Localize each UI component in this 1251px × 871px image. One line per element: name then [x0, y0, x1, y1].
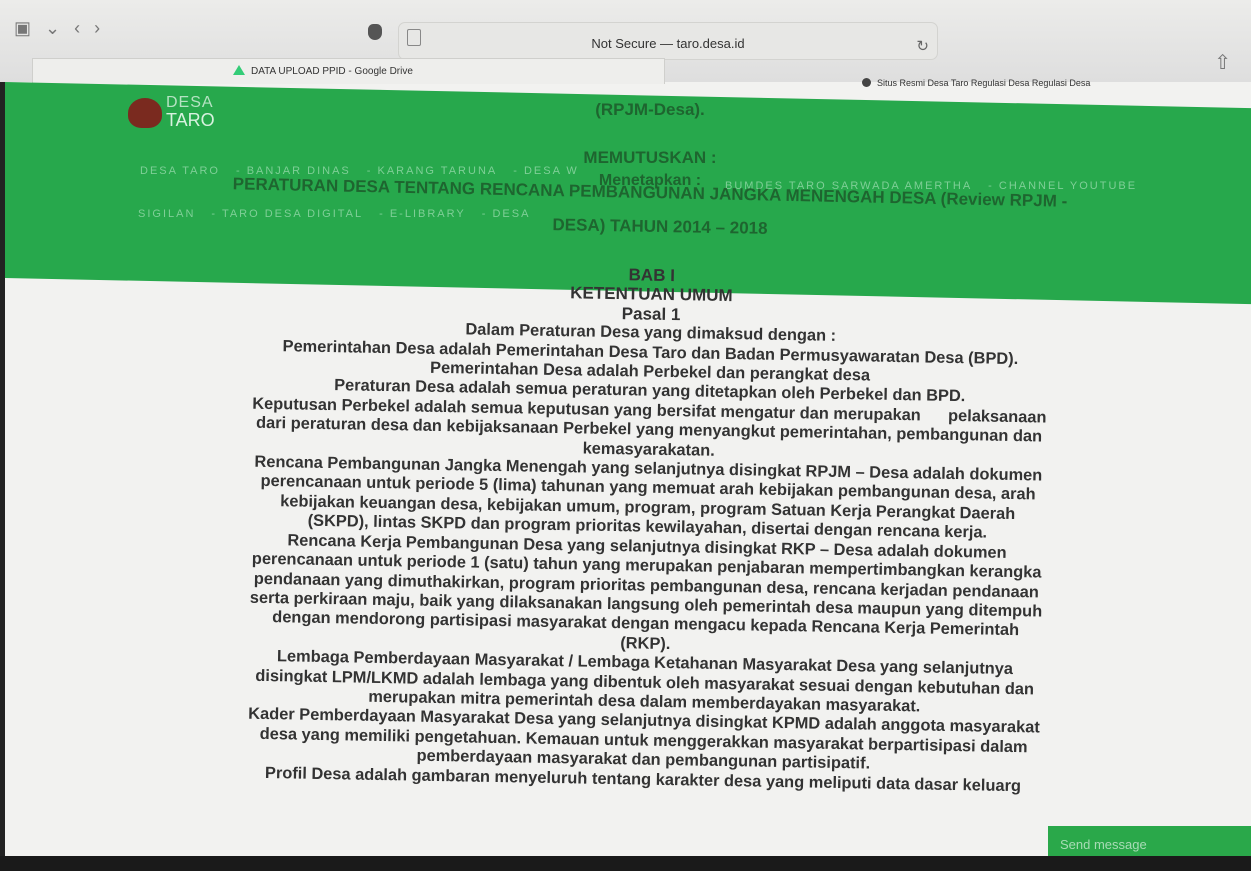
screen-bezel-bottom [0, 856, 1251, 871]
nav-item-sigilan[interactable]: SIGILAN [138, 208, 195, 220]
reload-icon[interactable]: ↻ [916, 37, 929, 55]
privacy-shield-icon[interactable] [368, 24, 382, 40]
tab-label: DATA UPLOAD PPID - Google Drive [251, 66, 413, 77]
nav-item-taro-desa-digital[interactable]: TARO DESA DIGITAL [222, 208, 363, 220]
logo-text-bottom: TARO [166, 110, 215, 130]
tab-label: Situs Resmi Desa Taro Regulasi Desa Regu… [877, 78, 1091, 88]
url-text: Not Secure — taro.desa.id [591, 36, 745, 51]
header-rpjm-text: (RPJM-Desa). [595, 100, 705, 119]
document-body: BAB I KETENTUAN UMUM Pasal 1 Dalam Perat… [203, 258, 1092, 797]
nav-item-e-library[interactable]: E-LIBRARY [390, 208, 466, 220]
back-icon[interactable]: ‹ [74, 18, 80, 39]
google-drive-icon [233, 65, 245, 75]
tab-situs-resmi[interactable]: Situs Resmi Desa Taro Regulasi Desa Regu… [862, 78, 1090, 88]
forward-icon[interactable]: › [94, 18, 100, 39]
site-favicon-icon [862, 78, 871, 87]
header-memutuskan-text: MEMUTUSKAN : [583, 148, 717, 167]
browser-toolbar: ▣ ⌄ ‹ › Not Secure — taro.desa.id ↻ ⇧ DA… [0, 0, 1251, 88]
nav-item-karang-taruna[interactable]: KARANG TARUNA [378, 165, 498, 177]
toolbar-nav-icons: ▣ ⌄ ‹ › [14, 18, 100, 39]
address-bar[interactable]: Not Secure — taro.desa.id ↻ [398, 22, 938, 60]
tab-google-drive[interactable]: DATA UPLOAD PPID - Google Drive [32, 58, 665, 84]
sidebar-icon[interactable]: ▣ [14, 18, 31, 39]
logo-emblem-icon [128, 98, 162, 128]
tab-bar: DATA UPLOAD PPID - Google Drive Situs Re… [32, 58, 1251, 88]
chevron-down-icon[interactable]: ⌄ [45, 18, 60, 39]
screen-bezel-left [0, 82, 5, 862]
